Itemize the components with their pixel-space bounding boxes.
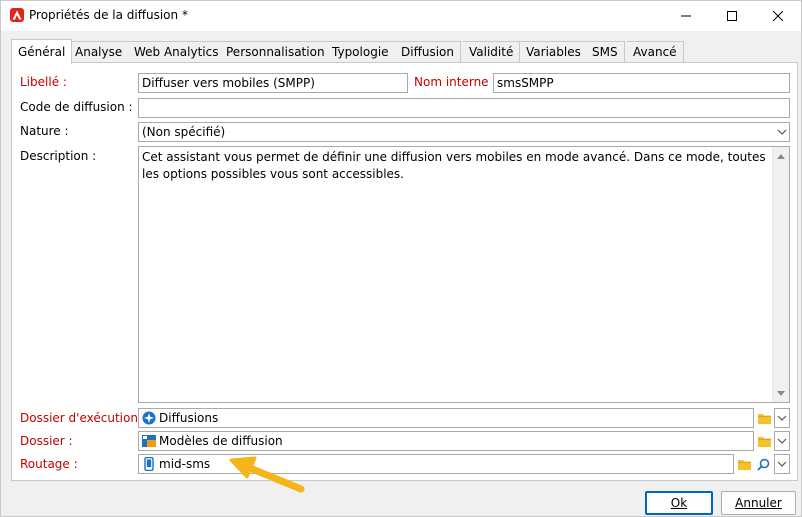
chevron-down-icon	[777, 129, 786, 135]
folder-icon	[757, 436, 771, 447]
dossier-dropdown-button[interactable]	[774, 431, 790, 451]
chevron-down-icon	[777, 415, 787, 421]
tab-strip: Général Analyse Web Analytics Personnali…	[11, 39, 798, 64]
minimize-button[interactable]	[663, 1, 709, 31]
annotation-arrow-icon	[229, 456, 305, 493]
maximize-icon	[727, 11, 737, 21]
dossier-execution-dropdown-button[interactable]	[774, 408, 790, 428]
scroll-down-arrow[interactable]	[776, 388, 786, 398]
routage-value: mid-sms	[159, 457, 211, 471]
routage-label: Routage :	[20, 457, 78, 471]
description-scrollbar[interactable]	[772, 147, 789, 402]
nature-dropdown-button[interactable]	[774, 122, 790, 142]
magnifier-icon	[756, 458, 769, 471]
dossier-execution-folder-button[interactable]	[754, 408, 774, 428]
dialog-window: Propriétés de la diffusion * Général Ana…	[0, 0, 802, 517]
ok-button-label: Ok	[670, 496, 688, 510]
tab-personnalisation[interactable]: Personnalisation	[220, 41, 332, 63]
routage-folder-button[interactable]	[734, 454, 754, 474]
window-title: Propriétés de la diffusion *	[29, 8, 188, 22]
dossier-execution-label: Dossier d'exécution :	[20, 411, 146, 425]
triangle-up-icon	[777, 153, 785, 159]
scroll-up-arrow[interactable]	[776, 151, 786, 161]
dossier-value: Modèles de diffusion	[159, 434, 283, 448]
dossier-label: Dossier :	[20, 434, 73, 448]
nom-interne-input[interactable]: smsSMPP	[493, 73, 790, 93]
tab-analyse[interactable]: Analyse	[69, 41, 130, 63]
code-diffusion-label: Code de diffusion :	[20, 100, 133, 114]
cancel-button-label: Annuler	[735, 496, 782, 510]
dossier-input[interactable]: Modèles de diffusion	[138, 431, 754, 451]
templates-folder-icon	[142, 434, 156, 447]
folder-icon	[757, 413, 771, 424]
tab-general[interactable]: Général	[11, 39, 73, 64]
description-label: Description :	[20, 149, 97, 163]
routage-search-button[interactable]	[753, 454, 773, 474]
dossier-execution-input[interactable]: Diffusions	[138, 408, 754, 428]
libelle-label: Libellé :	[20, 75, 67, 89]
chevron-down-icon	[777, 461, 787, 467]
title-bar: Propriétés de la diffusion *	[1, 1, 801, 31]
folder-icon	[737, 459, 751, 470]
tab-diffusion[interactable]: Diffusion	[395, 41, 461, 63]
chevron-down-icon	[777, 438, 787, 444]
dossier-folder-button[interactable]	[754, 431, 774, 451]
description-text: Cet assistant vous permet de définir une…	[142, 150, 766, 181]
description-textarea[interactable]: Cet assistant vous permet de définir une…	[138, 146, 790, 403]
tab-web-analytics[interactable]: Web Analytics	[128, 41, 226, 63]
nature-label: Nature :	[20, 124, 69, 138]
minimize-icon	[681, 15, 691, 17]
nature-select[interactable]: (Non spécifié)	[138, 122, 774, 142]
code-diffusion-input[interactable]	[138, 98, 790, 118]
close-button[interactable]	[755, 1, 801, 31]
routage-dropdown-button[interactable]	[774, 454, 790, 474]
triangle-down-icon	[777, 390, 785, 396]
dossier-execution-value: Diffusions	[159, 411, 219, 425]
diffusions-icon	[142, 411, 156, 424]
tab-sms[interactable]: SMS	[586, 41, 625, 63]
adobe-icon	[10, 8, 24, 22]
tab-avance[interactable]: Avancé	[627, 41, 684, 63]
cancel-button[interactable]: Annuler	[721, 491, 796, 515]
nom-interne-label: Nom interne :	[414, 75, 497, 89]
maximize-button[interactable]	[709, 1, 755, 31]
tab-validite[interactable]: Validité	[463, 41, 521, 63]
tab-typologie[interactable]: Typologie	[326, 41, 396, 63]
mobile-phone-icon	[144, 456, 154, 471]
libelle-input[interactable]: Diffuser vers mobiles (SMPP)	[138, 73, 408, 93]
ok-button[interactable]: Ok	[645, 491, 713, 515]
tab-variables[interactable]: Variables	[520, 41, 588, 63]
close-icon	[773, 11, 783, 21]
